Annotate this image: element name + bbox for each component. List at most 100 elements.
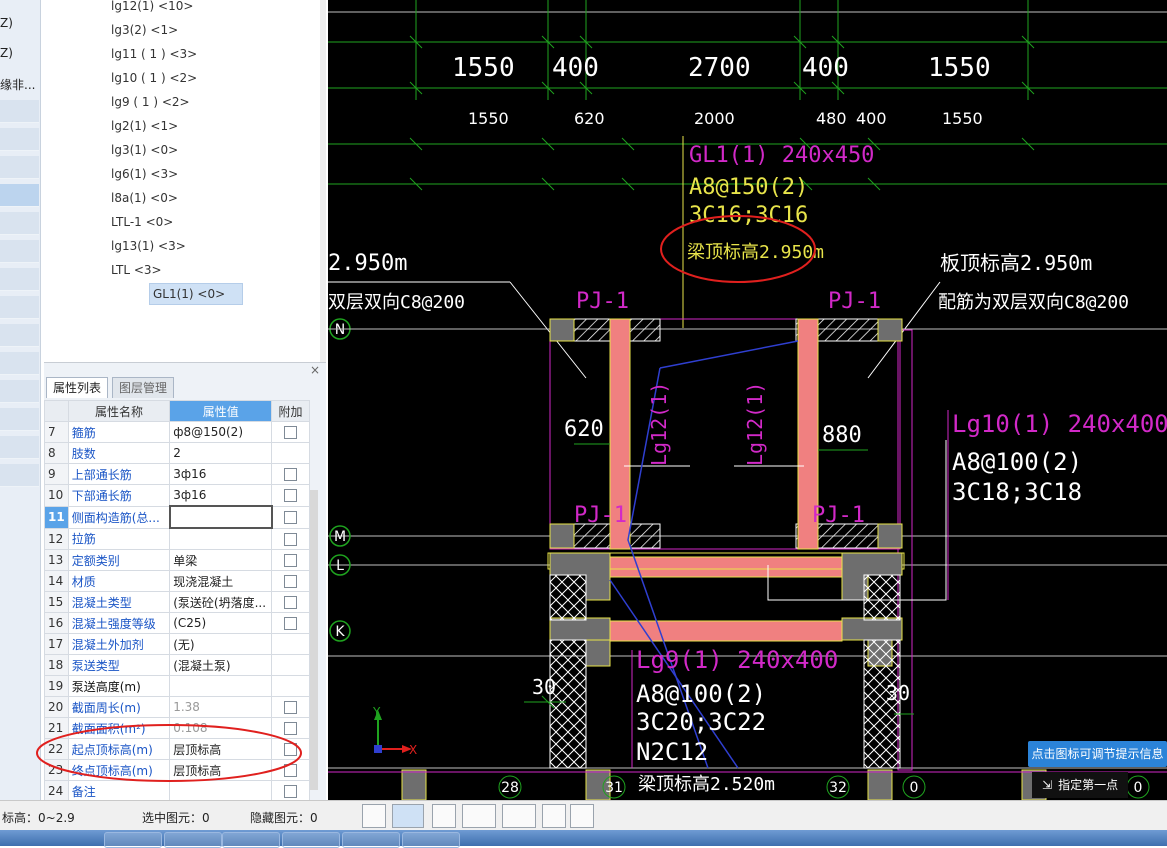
os-taskbar <box>0 830 1167 848</box>
ortho-icon[interactable] <box>362 804 386 828</box>
property-extra-cell <box>271 633 310 655</box>
axis-label: L <box>336 558 344 574</box>
lg9-n: N2C12 <box>636 738 708 766</box>
strip-cell[interactable] <box>0 436 39 459</box>
tree-item[interactable]: l8a(1) <0> <box>108 188 181 208</box>
tree-item[interactable]: lg6(1) <3> <box>108 164 181 184</box>
property-row[interactable]: 12 拉筋 <box>44 527 310 550</box>
strip-cell[interactable] <box>0 268 39 291</box>
extra-checkbox[interactable] <box>283 426 297 439</box>
snap-rect-icon[interactable] <box>392 804 424 828</box>
row-number: 7 <box>44 421 69 443</box>
property-row[interactable]: 17 混凝土外加剂 (无) <box>44 633 310 655</box>
property-value[interactable]: 3ф16 <box>169 463 273 485</box>
col-value-header: 属性值 <box>169 400 273 422</box>
strip-cell[interactable] <box>0 324 39 347</box>
tree-item[interactable]: LTL <3> <box>108 260 165 280</box>
extra-checkbox[interactable] <box>283 617 297 630</box>
property-value[interactable]: (混凝土泵) <box>169 654 273 676</box>
property-value[interactable]: 2 <box>169 442 273 464</box>
tree-item[interactable]: lg11 ( 1 ) <3> <box>108 44 200 64</box>
tree-item[interactable]: lg3(2) <1> <box>108 20 181 40</box>
strip-cell[interactable] <box>0 128 39 151</box>
drawing-svg[interactable]: 1550 400 2700 400 1550 1550 620 2000 480… <box>328 0 1167 800</box>
row-number: 18 <box>44 654 69 676</box>
pick-point-text: 指定第一点 <box>1058 778 1119 792</box>
property-value[interactable] <box>169 527 273 550</box>
layer-toggle-icon[interactable] <box>542 804 566 828</box>
extra-checkbox[interactable] <box>283 489 297 503</box>
tooltip-hint[interactable]: 点击图标可调节提示信息 <box>1028 741 1167 767</box>
strip-cell[interactable] <box>0 100 39 123</box>
tree-item-selected[interactable]: GL1(1) <0> <box>149 283 243 305</box>
strip-cell[interactable] <box>0 212 39 235</box>
tree-item[interactable]: lg13(1) <3> <box>108 236 189 256</box>
property-value[interactable]: 3ф16 <box>169 484 273 507</box>
tree-item[interactable]: LTL-1 <0> <box>108 212 176 232</box>
extra-checkbox[interactable] <box>283 532 297 546</box>
property-row[interactable]: 10 下部通长筋 3ф16 <box>44 484 310 507</box>
strip-text-3[interactable]: 缘非... <box>0 76 35 93</box>
tree-item[interactable]: lg2(1) <1> <box>108 116 181 136</box>
cross-snap-icon[interactable] <box>432 804 456 828</box>
property-value[interactable]: ф8@150(2) <box>169 421 273 443</box>
property-name: 混凝土强度等级 <box>67 612 171 634</box>
axis-bubbles <box>329 318 351 642</box>
beam-gl1-stirrup: A8@150(2) <box>689 175 808 200</box>
extra-checkbox[interactable] <box>283 468 297 481</box>
tree-scrollbar[interactable] <box>320 0 326 365</box>
strip-cell[interactable] <box>0 296 39 319</box>
tree-item[interactable]: lg9 ( 1 ) <2> <box>108 92 193 112</box>
property-value[interactable]: (泵送砼(坍落度... <box>169 591 273 613</box>
property-row[interactable]: 19 泵送高度(m) <box>44 675 310 697</box>
extra-checkbox[interactable] <box>284 511 298 524</box>
pj-label: PJ-1 <box>574 503 627 528</box>
ucs-icon: Y X <box>372 705 417 757</box>
extra-checkbox[interactable] <box>283 785 297 798</box>
strip-cell[interactable] <box>0 240 39 263</box>
tab-properties[interactable]: 属性列表 <box>46 377 109 398</box>
property-value[interactable]: 单梁 <box>169 549 273 571</box>
property-row[interactable]: 11 侧面构造筋(总... <box>44 505 310 529</box>
property-row[interactable]: 15 混凝土类型 (泵送砼(坍落度... <box>44 591 310 613</box>
dynamic-input-icon[interactable] <box>502 804 536 828</box>
dim-880: 880 <box>822 423 862 448</box>
extra-checkbox[interactable] <box>283 701 297 714</box>
property-row[interactable]: 14 材质 现浇混凝土 <box>44 570 310 592</box>
dim-text: 620 <box>574 109 605 128</box>
property-row[interactable]: 18 泵送类型 (混凝土泵) <box>44 654 310 676</box>
property-value[interactable]: 现浇混凝土 <box>169 570 273 592</box>
property-value[interactable]: (无) <box>169 633 273 655</box>
property-value[interactable]: 1.38 <box>169 696 273 718</box>
strip-cell[interactable] <box>0 408 39 431</box>
cad-canvas[interactable]: 1550 400 2700 400 1550 1550 620 2000 480… <box>328 0 1167 800</box>
property-scrollbar[interactable] <box>310 490 318 790</box>
property-row[interactable]: 13 定额类别 单梁 <box>44 549 310 571</box>
property-value[interactable] <box>169 675 273 697</box>
close-icon[interactable]: × <box>310 363 320 377</box>
tab-layers[interactable]: 图层管理 <box>112 377 175 398</box>
property-value[interactable]: (C25) <box>169 612 273 634</box>
tree-item[interactable]: lg12(1) <10> <box>108 0 196 16</box>
angle-icon[interactable] <box>462 804 496 828</box>
extra-checkbox[interactable] <box>283 575 297 588</box>
component-tree: lg12(1) <10> lg3(2) <1> lg11 ( 1 ) <3> l… <box>44 0 325 358</box>
strip-cell-selected[interactable] <box>0 184 39 207</box>
strip-cell[interactable] <box>0 464 39 487</box>
row-number: 16 <box>44 612 69 634</box>
tree-item[interactable]: lg3(1) <0> <box>108 140 181 160</box>
property-row[interactable]: 16 混凝土强度等级 (C25) <box>44 612 310 634</box>
strip-cell[interactable] <box>0 156 39 179</box>
property-row[interactable]: 9 上部通长筋 3ф16 <box>44 463 310 485</box>
extra-checkbox[interactable] <box>283 554 297 567</box>
property-row[interactable]: 20 截面周长(m) 1.38 <box>44 696 310 718</box>
lg12-label: Lg12(1) <box>647 382 671 466</box>
arc-icon[interactable] <box>570 804 594 828</box>
strip-cell[interactable] <box>0 380 39 403</box>
tree-item[interactable]: lg10 ( 1 ) <2> <box>108 68 200 88</box>
property-value[interactable] <box>168 505 273 529</box>
property-row[interactable]: 7 箍筋 ф8@150(2) <box>44 421 310 443</box>
strip-cell[interactable] <box>0 352 39 375</box>
extra-checkbox[interactable] <box>283 596 297 609</box>
property-row[interactable]: 8 肢数 2 <box>44 442 310 464</box>
